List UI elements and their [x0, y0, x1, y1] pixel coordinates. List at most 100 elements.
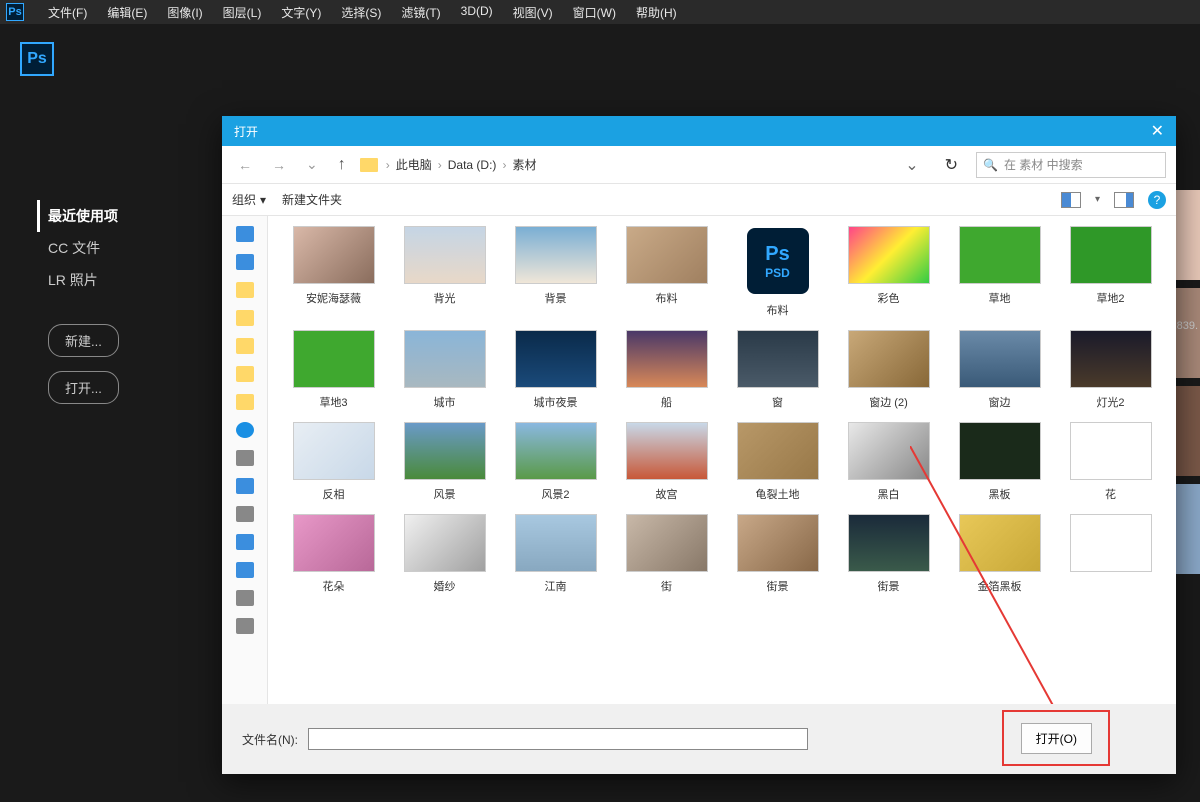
file-label: 风景2: [541, 486, 569, 502]
breadcrumb-item[interactable]: 此电脑: [396, 156, 432, 173]
file-thumbnail: [404, 422, 486, 480]
menu-item[interactable]: 3D(D): [451, 4, 503, 21]
file-item[interactable]: 花朵: [282, 514, 385, 594]
file-item[interactable]: 草地: [948, 226, 1051, 318]
chevron-down-icon[interactable]: ▾: [1095, 194, 1100, 205]
file-item[interactable]: 风景2: [504, 422, 607, 502]
file-item[interactable]: 城市: [393, 330, 496, 410]
menu-item[interactable]: 选择(S): [331, 4, 391, 21]
view-mode-icon[interactable]: [1061, 192, 1081, 208]
file-item[interactable]: 反相: [282, 422, 385, 502]
file-thumbnail: [1070, 514, 1152, 572]
tree-icon[interactable]: [236, 506, 254, 522]
file-item[interactable]: 金箔黑板: [948, 514, 1051, 594]
up-icon[interactable]: ↑: [332, 156, 352, 174]
file-item[interactable]: 街: [615, 514, 718, 594]
breadcrumb: › 此电脑 › Data (D:) › 素材: [386, 156, 889, 173]
tree-icon[interactable]: [236, 590, 254, 606]
menu-item[interactable]: 窗口(W): [563, 4, 626, 21]
tree-icon[interactable]: [236, 282, 254, 298]
file-thumbnail: [848, 514, 930, 572]
tree-icon[interactable]: [236, 226, 254, 242]
tree-icon[interactable]: [236, 618, 254, 634]
file-item[interactable]: 故宫: [615, 422, 718, 502]
file-item[interactable]: 布料: [615, 226, 718, 318]
refresh-icon[interactable]: ↻: [935, 155, 968, 175]
organize-button[interactable]: 组织 ▾: [232, 191, 266, 208]
tree-icon[interactable]: [236, 338, 254, 354]
file-label: 彩色: [878, 290, 900, 306]
tree-icon[interactable]: [236, 310, 254, 326]
tree-panel[interactable]: [222, 216, 268, 704]
dialog-footer: 文件名(N): 打开(O): [222, 704, 1176, 774]
forward-icon[interactable]: →: [266, 157, 292, 173]
tree-icon[interactable]: [236, 478, 254, 494]
sidebar-cc-files[interactable]: CC 文件: [48, 232, 119, 264]
file-item[interactable]: 街景: [726, 514, 829, 594]
file-label: 街景: [767, 578, 789, 594]
file-item[interactable]: 窗边 (2): [837, 330, 940, 410]
file-thumbnail: [293, 422, 375, 480]
file-item[interactable]: 窗: [726, 330, 829, 410]
breadcrumb-item[interactable]: Data (D:): [448, 158, 497, 172]
menu-item[interactable]: 帮助(H): [626, 4, 687, 21]
tree-icon[interactable]: [236, 534, 254, 550]
menu-item[interactable]: 编辑(E): [97, 4, 157, 21]
file-item[interactable]: 黑板: [948, 422, 1051, 502]
dropdown-icon[interactable]: ⌄: [300, 156, 324, 173]
open-confirm-button[interactable]: 打开(O): [1021, 723, 1092, 754]
help-icon[interactable]: ?: [1148, 191, 1166, 209]
file-item[interactable]: 安妮海瑟薇: [282, 226, 385, 318]
file-item[interactable]: 龟裂土地: [726, 422, 829, 502]
file-item[interactable]: 灯光2: [1059, 330, 1162, 410]
file-item[interactable]: 黑白: [837, 422, 940, 502]
open-button[interactable]: 打开...: [48, 371, 119, 404]
menu-item[interactable]: 视图(V): [503, 4, 563, 21]
onedrive-icon[interactable]: [236, 422, 254, 438]
tree-icon[interactable]: [236, 254, 254, 270]
file-item[interactable]: 背景: [504, 226, 607, 318]
menu-item[interactable]: 滤镜(T): [391, 4, 450, 21]
file-item[interactable]: 风景: [393, 422, 496, 502]
file-item[interactable]: 江南: [504, 514, 607, 594]
menu-item[interactable]: 图像(I): [157, 4, 212, 21]
file-item[interactable]: 彩色: [837, 226, 940, 318]
open-dialog: 打开 ✕ ← → ⌄ ↑ › 此电脑 › Data (D:) › 素材 ⌄ ↻ …: [222, 116, 1176, 774]
menu-item[interactable]: 图层(L): [213, 4, 272, 21]
file-item[interactable]: 船: [615, 330, 718, 410]
file-item[interactable]: 街景: [837, 514, 940, 594]
file-item[interactable]: PsPSD布料: [726, 226, 829, 318]
file-item[interactable]: 花: [1059, 422, 1162, 502]
file-item[interactable]: 背光: [393, 226, 496, 318]
file-item[interactable]: 婚纱: [393, 514, 496, 594]
tree-icon[interactable]: [236, 450, 254, 466]
menu-item[interactable]: 文件(F): [38, 4, 97, 21]
menu-item[interactable]: 文字(Y): [271, 4, 331, 21]
sidebar-recent[interactable]: 最近使用项: [37, 200, 119, 232]
search-input[interactable]: 🔍 在 素材 中搜索: [976, 152, 1166, 178]
new-folder-button[interactable]: 新建文件夹: [282, 191, 342, 208]
tree-icon[interactable]: [236, 366, 254, 382]
file-thumbnail: [959, 226, 1041, 284]
file-thumbnail: [1070, 422, 1152, 480]
close-icon[interactable]: ✕: [1151, 121, 1164, 141]
file-item[interactable]: 城市夜景: [504, 330, 607, 410]
back-icon[interactable]: ←: [232, 157, 258, 173]
tree-icon[interactable]: [236, 562, 254, 578]
breadcrumb-dropdown-icon[interactable]: ⌄: [897, 155, 926, 175]
file-thumbnail: [1070, 330, 1152, 388]
file-item[interactable]: 草地2: [1059, 226, 1162, 318]
dialog-titlebar: 打开 ✕: [222, 116, 1176, 146]
new-button[interactable]: 新建...: [48, 324, 119, 357]
file-item[interactable]: 草地3: [282, 330, 385, 410]
filename-input[interactable]: [308, 728, 808, 750]
sidebar-lr-photos[interactable]: LR 照片: [48, 264, 119, 296]
file-label: 布料: [767, 302, 789, 318]
file-grid[interactable]: 安妮海瑟薇背光背景布料PsPSD布料彩色草地草地2草地3城市城市夜景船窗窗边 (…: [268, 216, 1176, 704]
file-item[interactable]: 窗边: [948, 330, 1051, 410]
breadcrumb-item[interactable]: 素材: [512, 156, 536, 173]
preview-pane-icon[interactable]: [1114, 192, 1134, 208]
nav-row: ← → ⌄ ↑ › 此电脑 › Data (D:) › 素材 ⌄ ↻ 🔍 在 素…: [222, 146, 1176, 184]
tree-icon[interactable]: [236, 394, 254, 410]
file-item[interactable]: [1059, 514, 1162, 594]
